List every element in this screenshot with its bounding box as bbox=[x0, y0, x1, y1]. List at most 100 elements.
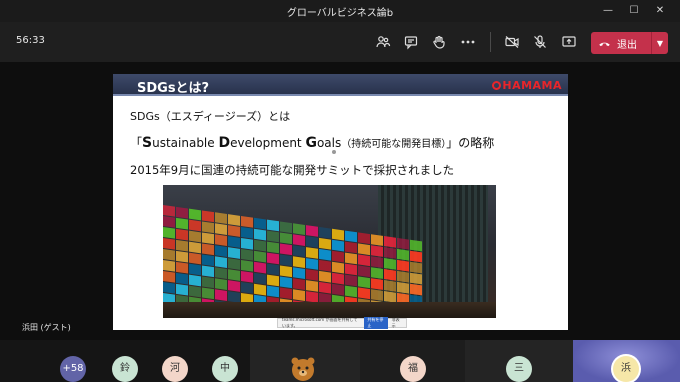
sdg-tile bbox=[319, 281, 331, 294]
sdg-tile bbox=[241, 215, 253, 228]
sdg-tile bbox=[384, 247, 396, 259]
stop-sharing-button[interactable]: 共有を停止 bbox=[364, 317, 388, 329]
sdg-tile bbox=[215, 256, 227, 268]
sdg-tile bbox=[163, 271, 175, 283]
share-tray-icon[interactable] bbox=[560, 33, 578, 51]
sdg-tile bbox=[267, 230, 279, 243]
participant-avatar[interactable]: 浜 bbox=[613, 356, 639, 382]
word-oals: oals bbox=[316, 136, 342, 150]
initial-s: S bbox=[142, 135, 153, 151]
separator bbox=[490, 32, 491, 52]
sdgs-building-photo bbox=[163, 185, 496, 318]
sdg-tile bbox=[371, 278, 383, 290]
sdg-tile bbox=[189, 219, 201, 232]
sdg-tile bbox=[176, 206, 188, 219]
sdg-tile bbox=[319, 226, 331, 239]
sdg-tile bbox=[228, 269, 240, 281]
sdg-tile bbox=[306, 236, 318, 248]
slide-logo: HAMAMA bbox=[492, 79, 562, 92]
sdg-tile bbox=[176, 272, 188, 285]
leave-label: 退出 bbox=[617, 39, 637, 51]
sdg-tile bbox=[254, 228, 266, 241]
sdg-tile bbox=[371, 289, 383, 301]
sdg-tile bbox=[280, 276, 292, 289]
sdg-tile bbox=[163, 205, 175, 217]
bracket-open: 「 bbox=[130, 136, 143, 150]
slide-title: SDGsとは? bbox=[137, 81, 210, 96]
sdg-tile bbox=[280, 221, 292, 234]
sdg-tile bbox=[163, 216, 175, 228]
sdg-tile bbox=[215, 267, 227, 279]
sdg-tile bbox=[215, 245, 227, 257]
participant-tile-group: +58 鈴 河 中 bbox=[0, 340, 250, 382]
sdg-tile bbox=[319, 237, 331, 250]
raise-hand-icon[interactable] bbox=[430, 33, 448, 51]
minimize-button[interactable]: — bbox=[600, 3, 616, 19]
participant-avatar[interactable]: 河 bbox=[162, 356, 188, 382]
sdg-tile bbox=[241, 281, 253, 294]
sdg-tile bbox=[345, 241, 357, 254]
sdg-tile bbox=[280, 265, 292, 278]
active-speaker-tile: 浜 bbox=[573, 340, 680, 382]
sdg-tile bbox=[410, 239, 422, 252]
participant-avatar[interactable]: 三 bbox=[506, 356, 532, 382]
sdg-tile bbox=[345, 274, 357, 287]
sdg-tile bbox=[254, 217, 266, 230]
sdg-tile bbox=[293, 289, 305, 301]
sdg-tile bbox=[176, 217, 188, 230]
sdg-tile bbox=[332, 228, 344, 241]
leave-button[interactable]: 退出 ▼ bbox=[591, 32, 668, 54]
sdg-tile bbox=[241, 237, 253, 250]
camera-off-icon[interactable] bbox=[503, 33, 521, 51]
word-ustainable: ustainable bbox=[152, 136, 219, 150]
bear-avatar[interactable] bbox=[290, 356, 316, 382]
sdg-tile bbox=[384, 291, 396, 303]
sdg-tile bbox=[163, 249, 175, 261]
sdg-tile bbox=[358, 287, 370, 300]
sdg-tile bbox=[228, 225, 240, 237]
sdg-tile bbox=[215, 278, 227, 290]
sdg-tile bbox=[228, 280, 240, 292]
sdg-tile bbox=[176, 283, 188, 296]
title-bar: グローバルビジネス論b — ☐ ✕ bbox=[0, 0, 680, 22]
participant-avatar[interactable]: 中 bbox=[212, 356, 238, 382]
sdg-tile bbox=[332, 250, 344, 263]
sdg-tile bbox=[228, 258, 240, 270]
more-options-icon[interactable] bbox=[459, 33, 477, 51]
people-icon[interactable] bbox=[374, 33, 392, 51]
sdg-tile bbox=[332, 239, 344, 252]
maximize-button[interactable]: ☐ bbox=[626, 3, 642, 19]
sdg-tile bbox=[241, 226, 253, 239]
sdg-tile bbox=[176, 250, 188, 263]
slide-text-line-1: SDGs（エスディージーズ）とは bbox=[130, 110, 291, 123]
sdg-tile bbox=[410, 250, 422, 263]
sdg-tile bbox=[241, 248, 253, 261]
hide-notice-button[interactable]: 非表示 bbox=[392, 317, 402, 329]
logo-text: HAMAMA bbox=[502, 79, 562, 92]
sdg-tile bbox=[267, 252, 279, 265]
sdg-tile bbox=[189, 285, 201, 298]
close-window-button[interactable]: ✕ bbox=[652, 3, 668, 19]
sdg-tile bbox=[345, 252, 357, 265]
overflow-participants-avatar[interactable]: +58 bbox=[60, 356, 86, 382]
sdg-tile bbox=[202, 243, 214, 256]
sdg-tile bbox=[280, 232, 292, 245]
sdg-tile bbox=[215, 289, 227, 301]
mouse-cursor bbox=[332, 150, 336, 154]
participant-tile bbox=[250, 340, 360, 382]
mic-off-icon[interactable] bbox=[531, 33, 549, 51]
participant-avatar[interactable]: 鈴 bbox=[112, 356, 138, 382]
chevron-down-icon[interactable]: ▼ bbox=[652, 39, 668, 48]
sdg-tile bbox=[397, 259, 409, 272]
share-notice-text: teams.microsoft.com が画面を共有しています。 bbox=[282, 317, 358, 328]
sdg-tile bbox=[358, 232, 370, 245]
sdg-tile bbox=[267, 274, 279, 287]
shared-content-stage: SDGsとは? HAMAMA SDGs（エスディージーズ）とは 「Sustain… bbox=[0, 62, 680, 340]
sdg-tile bbox=[280, 243, 292, 256]
chat-icon[interactable] bbox=[402, 33, 420, 51]
participant-tile: 福 bbox=[360, 340, 465, 382]
sdg-tile bbox=[254, 283, 266, 296]
participant-avatar[interactable]: 福 bbox=[400, 356, 426, 382]
sdg-tile bbox=[319, 248, 331, 261]
sdg-tile bbox=[189, 230, 201, 243]
